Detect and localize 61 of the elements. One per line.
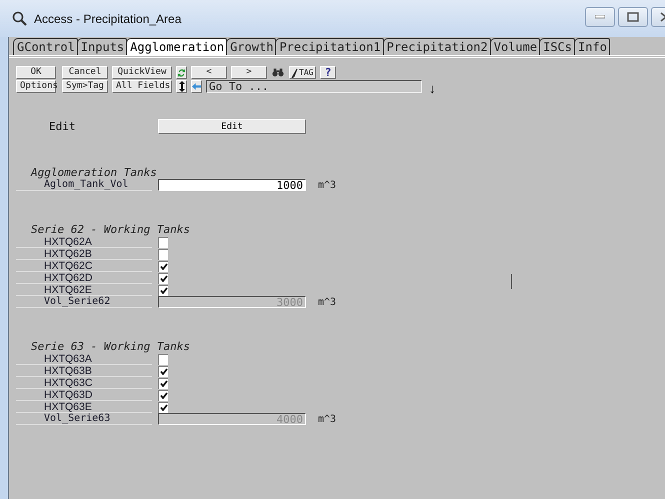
edit-button[interactable]: Edit [158,119,306,134]
checkbox[interactable] [158,354,168,364]
field-label: Vol_Serie63 [16,413,152,425]
tab[interactable]: GControl [13,38,78,55]
number-field[interactable]: 1000 [158,179,306,191]
goto-field[interactable]: Go To ... [206,80,422,93]
tab[interactable]: Precipitation2 [382,38,491,55]
section-heading: Agglomeration Tanks [30,166,158,179]
toolbar-button[interactable]: All Fields [112,80,172,93]
toolbar-button[interactable]: Cancel [62,66,108,79]
minimize-button[interactable] [585,7,615,27]
field-label: Vol_Serie62 [16,296,152,308]
field-label: HXTQ62D [16,272,152,284]
window-title: Access - Precipitation_Area [34,12,182,26]
field-label: Aglom_Tank_Vol [16,179,152,191]
checkbox[interactable] [158,248,168,260]
toolbar-button[interactable]: < [191,66,227,79]
tab[interactable]: Inputs [76,38,128,55]
toolbar-button[interactable]: > [231,66,267,79]
back-button[interactable] [191,80,202,93]
unit-label: m^3 [318,296,336,308]
toolbar-button[interactable]: QuickView [112,66,172,79]
minimize-icon [595,15,605,19]
checkbox[interactable] [158,272,168,284]
unit-label: m^3 [318,414,336,424]
maximize-icon [627,12,639,22]
tab[interactable]: Info [574,38,610,55]
field-label: HXTQ63A [16,353,152,365]
help-button[interactable]: ? [320,66,336,79]
checkbox[interactable] [158,366,168,376]
text-cursor [511,274,512,289]
toolbar-button[interactable]: Sym>Tag [62,80,108,93]
refresh-button[interactable] [176,66,187,79]
field-label: HXTQ63C [16,377,152,389]
section-heading: Serie 62 - Working Tanks [30,223,191,236]
dropdown-arrow[interactable]: ↓ [429,81,436,96]
search-icon [12,10,28,26]
field-label: Edit [48,120,76,133]
checkbox[interactable] [158,390,168,400]
maximize-button[interactable] [618,7,648,27]
pencil-icon [291,68,298,78]
field-label: HXTQ62B [16,248,152,260]
toolbar-button[interactable]: OK [16,66,56,79]
section-heading: Serie 63 - Working Tanks [30,340,191,353]
binoculars-button[interactable] [271,66,285,79]
field-label: HXTQ63E [16,401,152,413]
field-label: HXTQ62C [16,260,152,272]
checkbox[interactable] [158,260,168,272]
tab[interactable]: Precipitation1 [275,38,384,55]
field-label: HXTQ62A [16,236,152,248]
tag-button[interactable]: TAG [289,66,316,79]
field-label: HXTQ62E [16,284,152,296]
checkbox[interactable] [158,402,168,412]
field-label: HXTQ63D [16,389,152,401]
checkbox[interactable] [158,236,168,248]
sort-button[interactable] [176,80,187,93]
checkbox[interactable] [158,284,168,296]
unit-label: m^3 [318,180,336,190]
checkbox[interactable] [158,378,168,388]
field-label: HXTQ63B [16,365,152,377]
tab[interactable]: Agglomeration [126,38,228,55]
